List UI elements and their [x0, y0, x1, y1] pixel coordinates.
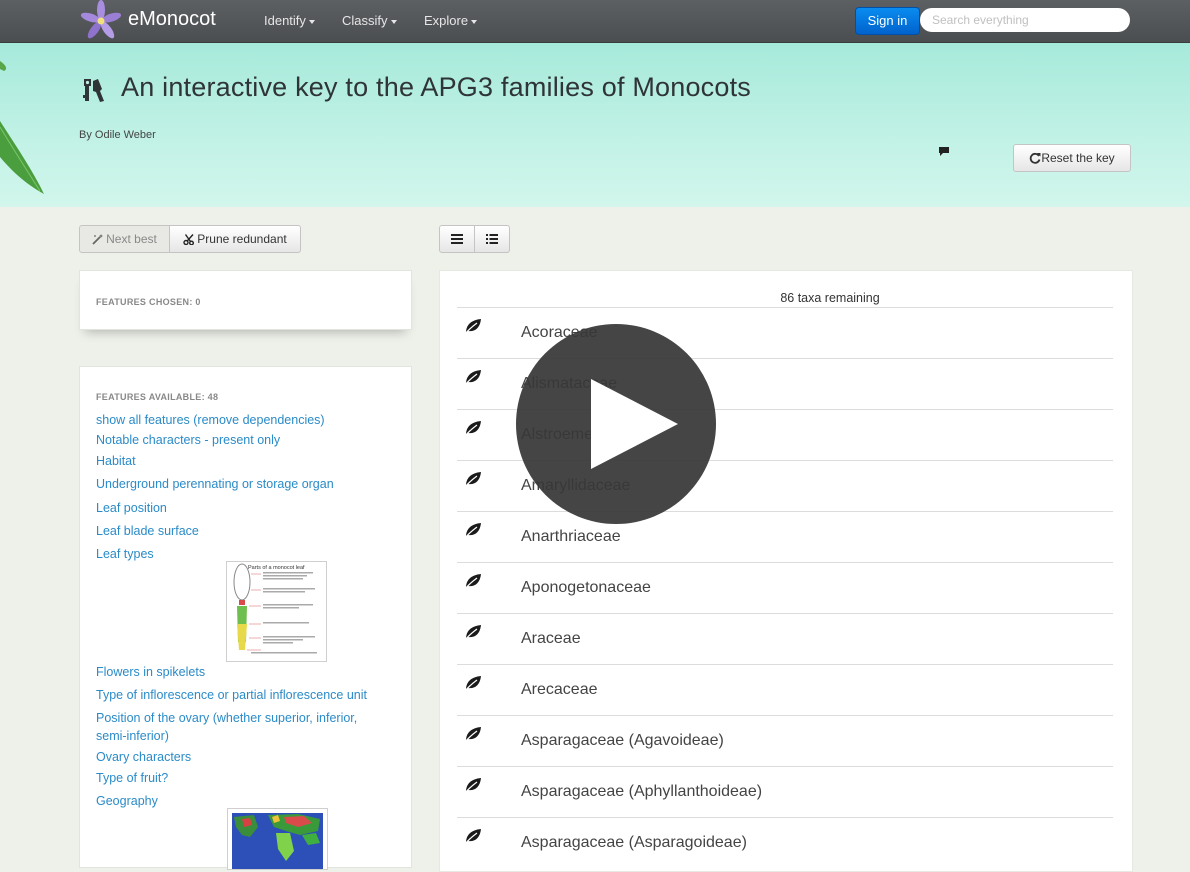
leaf-icon: [464, 676, 481, 692]
decorative-leaf-icon: [0, 61, 44, 194]
detail-list-icon: [486, 234, 498, 244]
taxon-row[interactable]: Aponogetonaceae: [457, 562, 1113, 614]
leaf-icon: [464, 574, 481, 590]
features-available-heading: FEATURES AVAILABLE: 48: [96, 392, 219, 402]
feature-habitat[interactable]: Habitat: [96, 452, 136, 470]
leaf-icon: [464, 625, 481, 641]
reset-key-label: Reset the key: [1041, 151, 1115, 165]
leaf-icon: [464, 319, 481, 335]
header-band: An interactive key to the APG3 families …: [0, 43, 1190, 207]
feature-fruit-type[interactable]: Type of fruit?: [96, 769, 168, 787]
feature-ovary-position[interactable]: Position of the ovary (whether superior,…: [96, 709, 357, 727]
leaf-icon: [464, 523, 481, 539]
next-best-button[interactable]: Next best: [79, 225, 170, 253]
feature-flowers-in-spikelets[interactable]: Flowers in spikelets: [96, 663, 205, 681]
author-byline: By Odile Weber: [79, 129, 156, 141]
world-map-image: [232, 813, 323, 869]
features-chosen-panel: FEATURES CHOSEN: 0: [79, 270, 412, 330]
flower-logo-icon: [80, 0, 122, 39]
leaf-icon: [464, 727, 481, 743]
reset-key-button[interactable]: Reset the key: [1013, 144, 1131, 172]
caret-down-icon: [390, 19, 397, 24]
leaf-icon: [464, 829, 481, 845]
menu-identify[interactable]: Identify: [264, 13, 315, 28]
comment-icon[interactable]: [938, 146, 950, 157]
scissors-icon: [183, 234, 195, 245]
geography-map-thumbnail[interactable]: [227, 808, 328, 870]
view-toggle-group: [439, 225, 510, 253]
taxon-name[interactable]: Asparagaceae (Aphyllanthoideae): [521, 783, 762, 801]
taxon-row[interactable]: Asparagaceae (Asparagoideae): [457, 817, 1113, 869]
taxon-row[interactable]: Asparagaceae (Agavoideae): [457, 715, 1113, 767]
feature-notable-characters[interactable]: Notable characters - present only: [96, 431, 280, 449]
list-view-button[interactable]: [439, 225, 475, 253]
feature-ovary-position-cont[interactable]: semi-inferior): [96, 727, 169, 745]
detail-view-button[interactable]: [475, 225, 510, 253]
leaf-icon: [464, 778, 481, 794]
video-play-button[interactable]: [516, 324, 716, 524]
feature-ovary-characters[interactable]: Ovary characters: [96, 748, 191, 766]
feature-leaf-types[interactable]: Leaf types: [96, 545, 154, 563]
prune-redundant-label: Prune redundant: [197, 232, 287, 246]
feature-geography[interactable]: Geography: [96, 792, 158, 810]
feature-inflorescence-type[interactable]: Type of inflorescence or partial inflore…: [96, 686, 367, 704]
taxon-name[interactable]: Asparagaceae (Agavoideae): [521, 732, 724, 750]
taxon-name[interactable]: Aponogetonaceae: [521, 579, 651, 597]
leaf-icon: [464, 421, 481, 437]
key-actions-group: Next best Prune redundant: [79, 225, 301, 253]
next-best-label: Next best: [106, 232, 157, 246]
sign-in-button[interactable]: Sign in: [855, 7, 920, 35]
taxon-name[interactable]: Araceae: [521, 630, 581, 648]
feature-show-all[interactable]: show all features (remove dependencies): [96, 411, 325, 429]
list-icon: [451, 234, 463, 244]
prune-redundant-button[interactable]: Prune redundant: [170, 225, 301, 253]
taxa-remaining-count: 86 taxa remaining: [780, 291, 880, 305]
feature-underground-organ[interactable]: Underground perennating or storage organ: [96, 475, 334, 493]
taxon-name[interactable]: Anarthriaceae: [521, 528, 621, 546]
page-title: An interactive key to the APG3 families …: [121, 72, 752, 102]
brand-name: eMonocot: [128, 7, 216, 30]
features-available-panel: FEATURES AVAILABLE: 48 show all features…: [79, 366, 412, 870]
taxon-row[interactable]: Asparagaceae (Aphyllanthoideae): [457, 766, 1113, 818]
taxon-name[interactable]: Asparagaceae (Asparagoideae): [521, 834, 747, 852]
leaf-icon: [464, 370, 481, 386]
brand[interactable]: eMonocot: [80, 0, 216, 42]
menu-identify-label: Identify: [264, 13, 306, 28]
menu-explore-label: Explore: [424, 13, 469, 28]
menu-classify-label: Classify: [342, 13, 388, 28]
feature-leaf-position[interactable]: Leaf position: [96, 499, 167, 517]
caret-down-icon: [471, 19, 478, 24]
menu-classify[interactable]: Classify: [342, 13, 397, 28]
taxon-name[interactable]: Arecaceae: [521, 681, 598, 699]
play-icon: [591, 379, 678, 469]
refresh-icon: [1030, 152, 1041, 164]
leaf-icon: [464, 472, 481, 488]
menu-explore[interactable]: Explore: [424, 13, 478, 28]
features-chosen-heading: FEATURES CHOSEN: 0: [96, 297, 201, 307]
taxon-row[interactable]: Arecaceae: [457, 664, 1113, 716]
feature-leaf-blade-surface[interactable]: Leaf blade surface: [96, 522, 199, 540]
key-icon: [83, 79, 104, 102]
top-navbar: eMonocot Identify Classify Explore Sign …: [0, 0, 1190, 43]
caret-down-icon: [308, 19, 315, 24]
leaf-diagram-thumbnail[interactable]: Parts of a monocot leaf: [226, 561, 327, 662]
taxon-row[interactable]: Araceae: [457, 613, 1113, 665]
magic-wand-icon: [92, 234, 104, 245]
leaf-diagram-image: Parts of a monocot leaf: [233, 563, 317, 654]
search-input[interactable]: [920, 8, 1130, 32]
leaf-thumb-title: Parts of a monocot leaf: [248, 565, 305, 571]
